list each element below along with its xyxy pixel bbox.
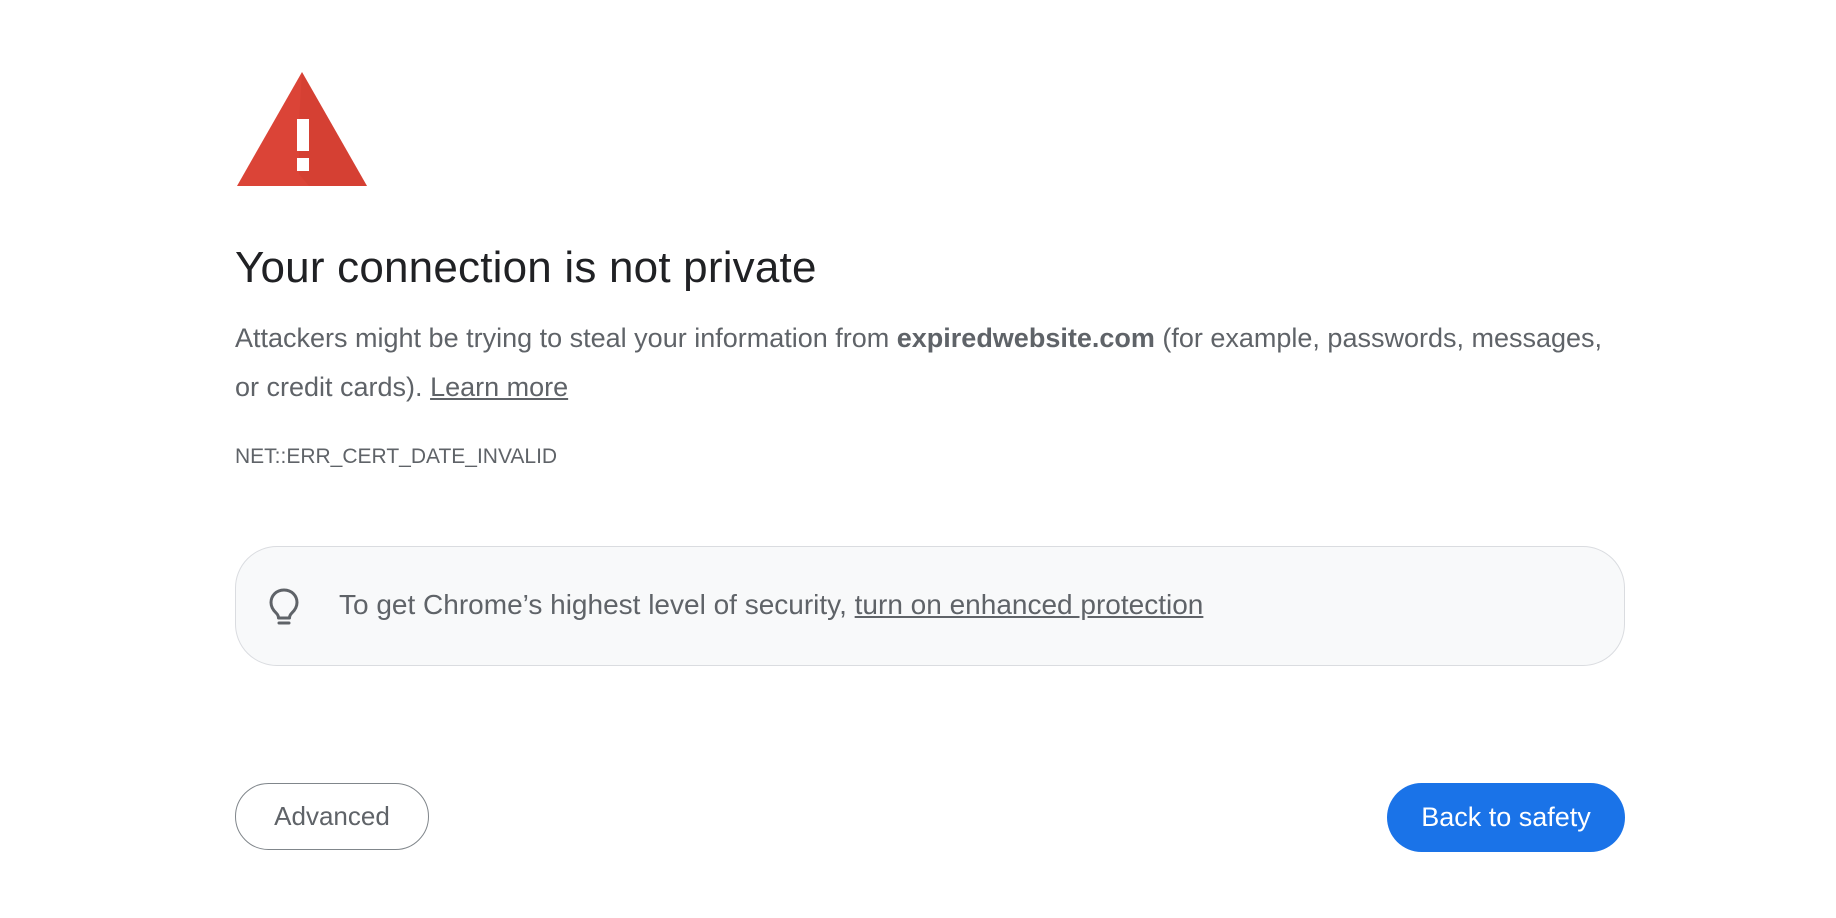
- protection-message-text: To get Chrome’s highest level of securit…: [339, 589, 855, 620]
- enhanced-protection-message: To get Chrome’s highest level of securit…: [339, 589, 1203, 621]
- error-code: NET::ERR_CERT_DATE_INVALID: [235, 445, 558, 468]
- lightbulb-icon: [269, 588, 299, 625]
- website-domain: expiredwebsite.com: [896, 323, 1155, 353]
- enhanced-protection-link[interactable]: turn on enhanced protection: [855, 589, 1204, 620]
- warning-triangle-icon: [237, 72, 367, 186]
- description-text-before-domain: Attackers might be trying to steal your …: [235, 323, 897, 353]
- back-to-safety-button[interactable]: Back to safety: [1387, 783, 1625, 852]
- interstitial-container: Your connection is not private Attackers…: [235, 70, 1625, 852]
- page-title: Your connection is not private: [235, 243, 817, 292]
- learn-more-link[interactable]: Learn more: [430, 372, 568, 402]
- enhanced-protection-banner: To get Chrome’s highest level of securit…: [235, 546, 1625, 666]
- advanced-button[interactable]: Advanced: [235, 783, 429, 850]
- warning-description: Attackers might be trying to steal your …: [235, 314, 1625, 412]
